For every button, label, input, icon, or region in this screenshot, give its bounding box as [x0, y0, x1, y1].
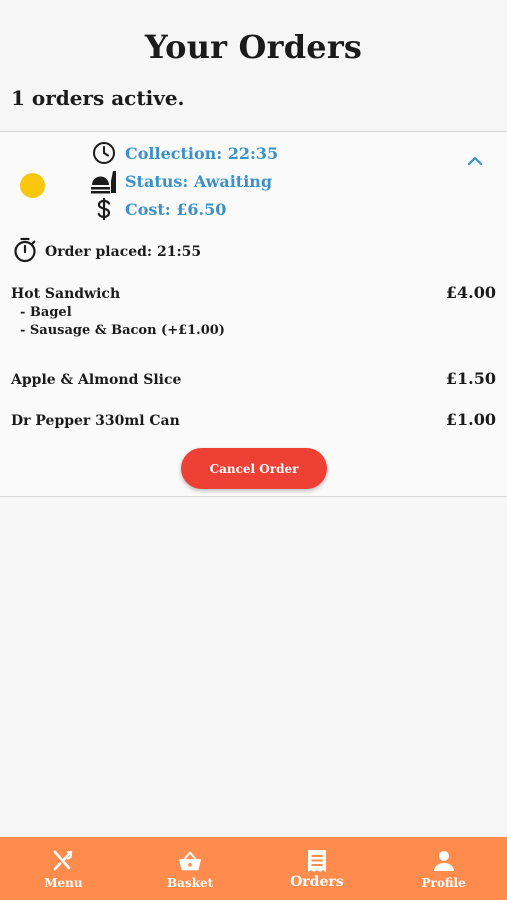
basket-icon	[177, 848, 203, 874]
stopwatch-icon	[13, 237, 37, 267]
order-card: Collection: 22:35 Status: Awaiting Cost:…	[0, 131, 507, 497]
nav-label: Orders	[290, 874, 344, 890]
nav-item-basket[interactable]: Basket	[127, 837, 254, 900]
item-option: - Bagel	[20, 305, 72, 320]
item-name: Dr Pepper 330ml Can	[11, 413, 180, 429]
order-placed-row: Order placed: 21:55	[13, 237, 201, 267]
item-name: Hot Sandwich	[11, 286, 121, 302]
item-option: - Sausage & Bacon (+£1.00)	[20, 323, 225, 338]
status-row: Status: Awaiting	[90, 168, 272, 194]
order-placed-time: Order placed: 21:55	[45, 244, 202, 260]
item-price: £1.00	[445, 410, 496, 429]
order-item: Apple & Almond Slice £1.50	[11, 369, 496, 388]
nav-label: Basket	[167, 876, 214, 890]
bottom-nav: Menu Basket Orders Profile	[0, 837, 507, 900]
item-price: £1.50	[445, 369, 496, 388]
nav-label: Menu	[44, 876, 83, 890]
person-icon	[431, 848, 457, 874]
food-tray-icon	[90, 168, 118, 194]
status-indicator	[20, 173, 45, 198]
cutlery-icon	[50, 848, 76, 874]
nav-label: Profile	[421, 876, 466, 890]
nav-item-orders[interactable]: Orders	[254, 837, 381, 900]
cost-row: Cost: £6.50	[90, 196, 226, 222]
order-cost: Cost: £6.50	[125, 199, 227, 219]
cancel-order-button[interactable]: Cancel Order	[181, 448, 327, 489]
order-item: Dr Pepper 330ml Can £1.00	[11, 410, 496, 429]
order-item: Hot Sandwich £4.00 - Bagel - Sausage & B…	[11, 283, 496, 338]
receipt-icon	[304, 848, 330, 874]
collection-row: Collection: 22:35	[90, 140, 278, 166]
item-price: £4.00	[445, 283, 496, 302]
active-orders-count: 1 orders active.	[11, 86, 185, 110]
collapse-chevron-icon[interactable]	[465, 154, 485, 168]
item-name: Apple & Almond Slice	[11, 372, 182, 388]
dollar-icon	[90, 196, 118, 222]
clock-icon	[90, 140, 118, 166]
order-status: Status: Awaiting	[125, 171, 273, 191]
nav-item-menu[interactable]: Menu	[0, 837, 127, 900]
collection-time: Collection: 22:35	[125, 143, 279, 163]
nav-item-profile[interactable]: Profile	[380, 837, 507, 900]
page-title: Your Orders	[144, 28, 363, 66]
